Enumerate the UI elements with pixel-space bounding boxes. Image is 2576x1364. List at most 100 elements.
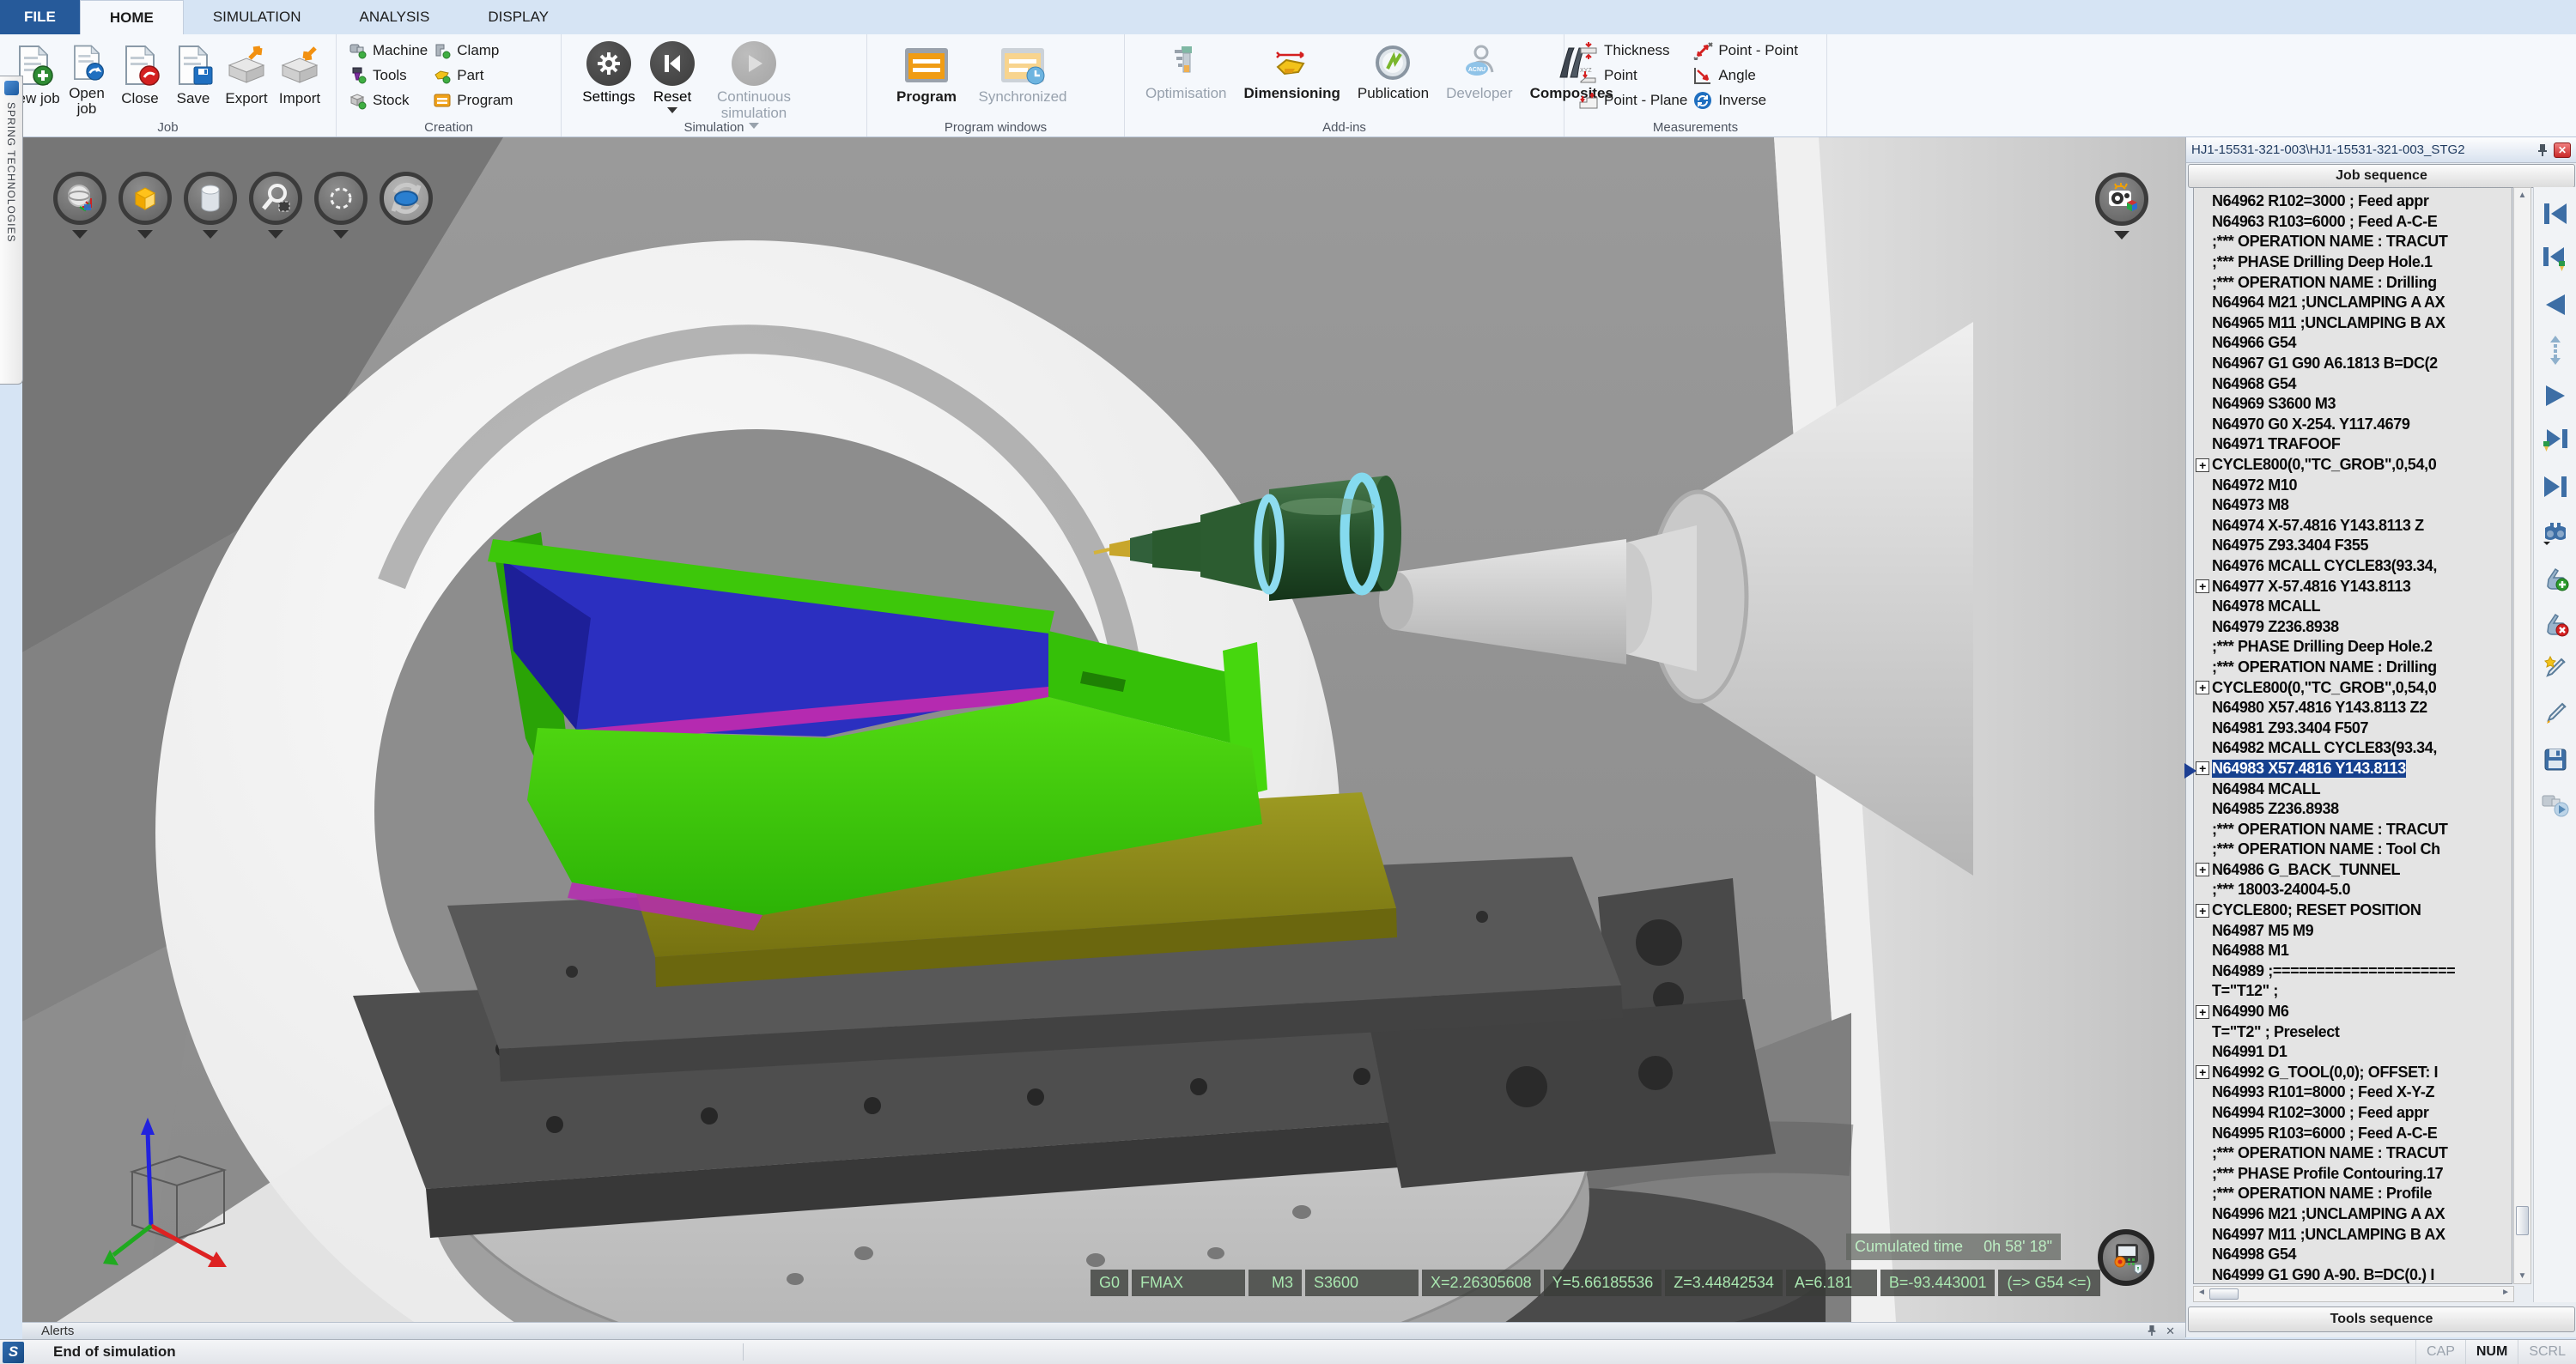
rotate-select-button[interactable] (314, 172, 368, 225)
alerts-close-icon[interactable]: ✕ (2166, 1325, 2175, 1338)
speed-slider[interactable] (2541, 336, 2570, 365)
edit-button[interactable] (2541, 700, 2570, 729)
code-line[interactable]: N64971 TRAFOOF (2194, 434, 2512, 455)
save-job-button[interactable]: Save (167, 39, 220, 118)
clamp-button[interactable]: Clamp (433, 41, 513, 60)
save-state-button[interactable] (2541, 745, 2570, 774)
code-line[interactable]: T="T12" ; (2194, 981, 2512, 1002)
inverse-button[interactable]: Inverse (1692, 91, 1798, 110)
expand-icon[interactable]: + (2196, 761, 2209, 775)
code-line[interactable]: N64982 MCALL CYCLE83(93.34, (2194, 738, 2512, 759)
code-line[interactable]: N64988 M1 (2194, 941, 2512, 961)
code-line[interactable]: N64967 G1 G90 A6.1813 B=DC(2 (2194, 354, 2512, 374)
view-orientation-caret[interactable] (72, 230, 88, 239)
code-line[interactable]: ;*** OPERATION NAME : TRACUT (2194, 819, 2512, 840)
play-backward-button[interactable] (2541, 290, 2570, 319)
code-line[interactable]: N64965 M11 ;UNCLAMPING B AX (2194, 313, 2512, 334)
part-button[interactable]: Part (433, 66, 513, 85)
code-line[interactable]: N64989 ;===================== (2194, 961, 2512, 982)
code-line[interactable]: N64991 D1 (2194, 1042, 2512, 1063)
expand-icon[interactable]: + (2196, 681, 2209, 694)
optimisation-button[interactable]: Optimisation (1139, 43, 1233, 102)
code-line[interactable]: +N64983 X57.4816 Y143.8113 (2194, 759, 2512, 779)
code-line[interactable]: N64999 G1 G90 A-90. B=DC(0.) I (2194, 1264, 2512, 1284)
code-line[interactable]: N64973 M8 (2194, 495, 2512, 516)
code-line[interactable]: N64995 R103=6000 ; Feed A-C-E (2194, 1123, 2512, 1143)
zoom-select-button[interactable] (249, 172, 302, 225)
code-line[interactable]: N64994 R102=3000 ; Feed appr (2194, 1103, 2512, 1124)
code-line[interactable]: +CYCLE800(0,"TC_GROB",0,54,0 (2194, 677, 2512, 698)
tab-display[interactable]: DISPLAY (459, 0, 578, 34)
scroll-down-icon[interactable]: ▼ (2514, 1271, 2530, 1281)
go-to-end-button[interactable] (2541, 472, 2570, 501)
cylinder-view-button[interactable] (184, 172, 237, 225)
tab-analysis[interactable]: ANALYSIS (330, 0, 459, 34)
3d-viewport[interactable]: Cumulated time 0h 58' 18" G0FMAXM3S3600X… (22, 137, 2185, 1322)
code-line[interactable]: ;*** OPERATION NAME : Profile (2194, 1184, 2512, 1204)
pendant-control-button[interactable] (2098, 1229, 2154, 1286)
program-button[interactable]: Program (433, 91, 513, 110)
dimensioning-button[interactable]: Dimensioning (1236, 43, 1346, 102)
code-line[interactable]: N64980 X57.4816 Y143.8113 Z2 (2194, 698, 2512, 718)
point-point-button[interactable]: Point - Point (1692, 41, 1798, 60)
close-panel-button[interactable]: ✕ (2554, 142, 2571, 158)
close-job-button[interactable]: Close (113, 39, 167, 118)
code-line[interactable]: ;*** OPERATION NAME : Drilling (2194, 272, 2512, 293)
synchronized-window-button[interactable]: Synchronized (975, 43, 1070, 106)
cylinder-view-caret[interactable] (203, 230, 218, 239)
expand-icon[interactable]: + (2196, 863, 2209, 876)
code-line[interactable]: ;*** 18003-24004-5.0 (2194, 880, 2512, 900)
expand-icon[interactable]: + (2196, 904, 2209, 918)
edit-favorite-button[interactable] (2541, 654, 2570, 683)
code-line[interactable]: N64970 G0 X-254. Y117.4679 (2194, 415, 2512, 435)
code-line[interactable]: +CYCLE800; RESET POSITION (2194, 900, 2512, 921)
job-sequence-list[interactable]: N64962 R102=3000 ; Feed apprN64963 R103=… (2193, 187, 2512, 1284)
code-line[interactable]: N64985 Z236.8938 (2194, 799, 2512, 820)
zoom-select-caret[interactable] (268, 230, 283, 239)
expand-icon[interactable]: + (2196, 1005, 2209, 1019)
code-line[interactable]: ;*** OPERATION NAME : Drilling (2194, 658, 2512, 678)
tab-file[interactable]: FILE (0, 0, 80, 34)
code-line[interactable]: ;*** OPERATION NAME : TRACUT (2194, 1143, 2512, 1164)
reset-dropdown-caret[interactable] (667, 107, 677, 113)
point-plane-button[interactable]: Point - Plane (1578, 91, 1687, 110)
expand-icon[interactable]: + (2196, 579, 2209, 593)
code-line[interactable]: N64975 Z93.3404 F355 (2194, 536, 2512, 556)
code-line[interactable]: N64998 G54 (2194, 1245, 2512, 1265)
code-line[interactable]: N64981 Z93.3404 F507 (2194, 718, 2512, 738)
code-line[interactable]: ;*** PHASE Drilling Deep Hole.1 (2194, 252, 2512, 273)
previous-tool-button[interactable] (2541, 245, 2570, 274)
pin-icon[interactable] (2537, 143, 2549, 157)
code-line[interactable]: N64963 R103=6000 ; Feed A-C-E (2194, 212, 2512, 233)
horizontal-scrollbar[interactable]: ◄ ► (2193, 1286, 2514, 1302)
code-line[interactable]: T="T2" ; Preselect (2194, 1021, 2512, 1042)
code-line[interactable]: N64966 G54 (2194, 333, 2512, 354)
code-line[interactable]: N64968 G54 (2194, 373, 2512, 394)
code-line[interactable]: +N64986 G_BACK_TUNNEL (2194, 860, 2512, 881)
open-job-button[interactable]: Open job (60, 39, 113, 118)
code-line[interactable]: N64969 S3600 M3 (2194, 394, 2512, 415)
machine-sync-button[interactable] (2541, 791, 2570, 820)
code-line[interactable]: N64987 M5 M9 (2194, 920, 2512, 941)
machine-3d-scene[interactable] (22, 137, 2185, 1322)
code-line[interactable]: N64974 X-57.4816 Y143.8113 Z (2194, 516, 2512, 537)
code-line[interactable]: N64996 M21 ;UNCLAMPING A AX (2194, 1204, 2512, 1225)
search-button[interactable] (2541, 518, 2570, 547)
continuous-simulation-button[interactable]: Continuous simulation (708, 41, 800, 129)
next-tool-button[interactable] (2541, 427, 2570, 456)
job-sequence-header[interactable]: Job sequence (2188, 164, 2575, 188)
go-to-start-button[interactable] (2541, 199, 2570, 228)
refresh-view-button[interactable] (380, 172, 433, 225)
iso-view-button[interactable] (118, 172, 172, 225)
tab-home[interactable]: HOME (80, 0, 184, 34)
reset-button[interactable]: Reset (644, 41, 701, 129)
code-line[interactable]: N64984 MCALL (2194, 779, 2512, 799)
code-line[interactable]: N64993 R101=8000 ; Feed X-Y-Z (2194, 1082, 2512, 1103)
code-line[interactable]: N64964 M21 ;UNCLAMPING A AX (2194, 293, 2512, 313)
snapshot-caret[interactable] (2114, 231, 2129, 239)
code-line[interactable]: N64978 MCALL (2194, 597, 2512, 617)
tools-sequence-header[interactable]: Tools sequence (2188, 1306, 2575, 1332)
code-line[interactable]: N64997 M11 ;UNCLAMPING B AX (2194, 1224, 2512, 1245)
remove-selection-button[interactable] (2541, 609, 2570, 638)
angle-button[interactable]: Angle (1692, 66, 1798, 85)
